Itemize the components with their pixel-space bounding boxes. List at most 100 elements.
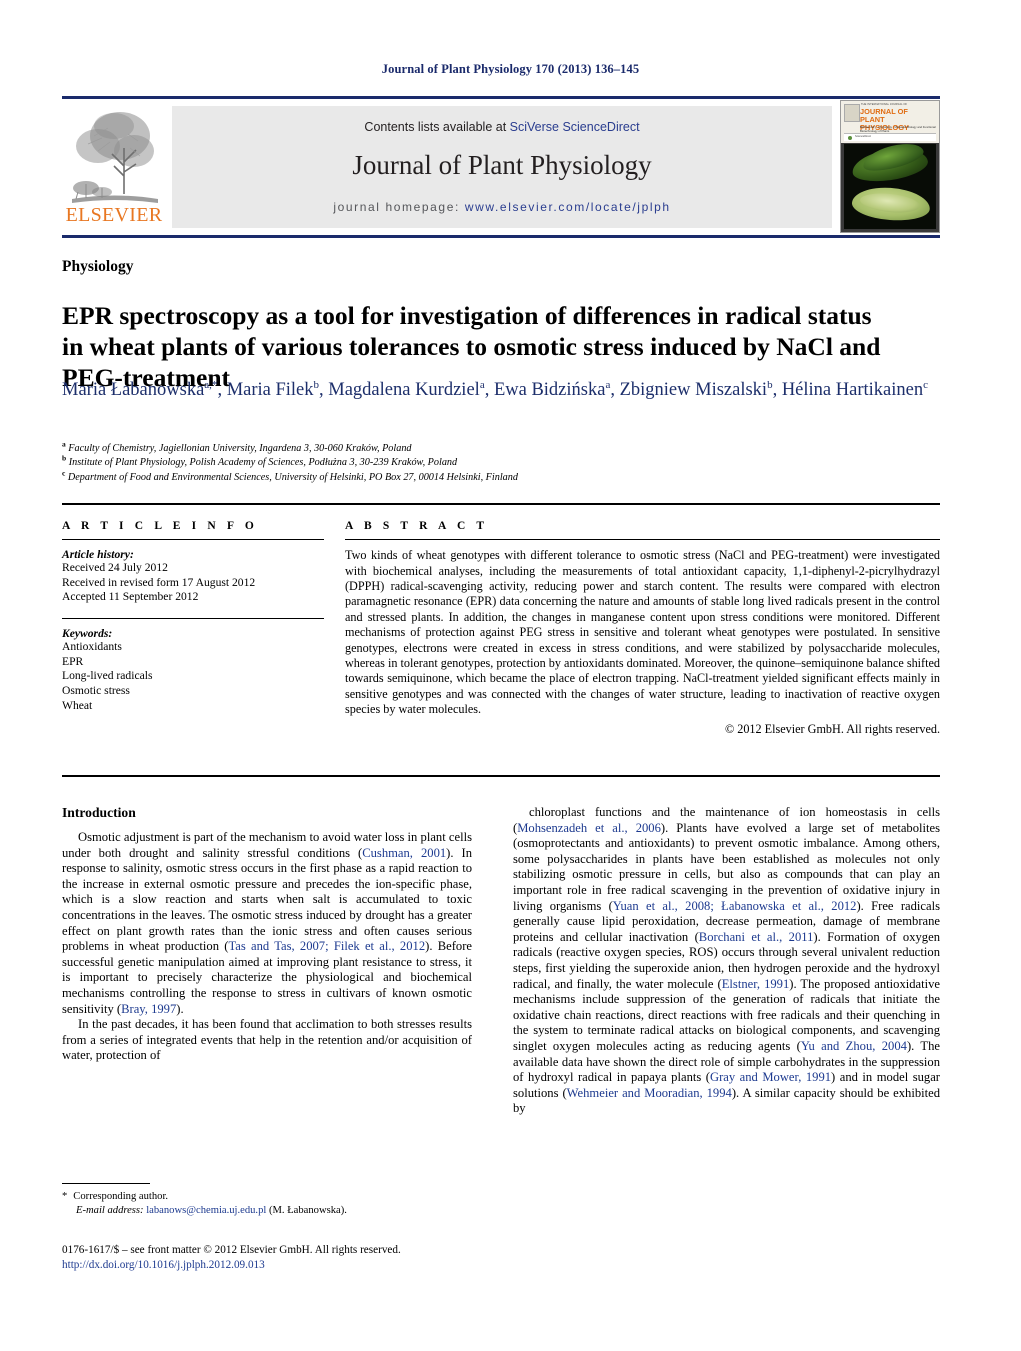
- abstract-copyright: © 2012 Elsevier GmbH. All rights reserve…: [724, 721, 940, 736]
- contents-list-line: Contents lists available at SciVerse Sci…: [172, 120, 832, 134]
- info-block-bottom-rule: [62, 775, 940, 777]
- elsevier-logo: ELSEVIER: [64, 104, 164, 232]
- section-label: Physiology: [62, 258, 134, 275]
- body-column-left: Introduction Osmotic adjustment is part …: [62, 805, 472, 1064]
- cover-bar-text: ScienceDirect: [855, 135, 872, 138]
- abstract-header-rule: [345, 539, 940, 541]
- citation-link[interactable]: Cushman, 2001: [362, 846, 446, 860]
- cover-tiny-top: THE INTERNATIONAL JOURNAL OF: [861, 103, 908, 106]
- footnote-rule: [62, 1183, 150, 1185]
- author-affiliation-mark: a,*: [204, 378, 218, 391]
- corresponding-author-line: * Corresponding author.: [62, 1190, 472, 1204]
- email-owner: (M. Łabanowska).: [268, 1205, 347, 1216]
- article-info-header: A R T I C L E I N F O: [62, 520, 258, 532]
- paragraph-text: ). In response to salinity, osmotic stre…: [62, 845, 473, 954]
- citation-link[interactable]: Elstner, 1991: [722, 977, 790, 991]
- keywords-label: Keywords:: [62, 627, 113, 641]
- cover-subtitle: Biochemistry · Physiology · Molecular Bi…: [860, 125, 936, 133]
- keyword-item: Long-lived radicals: [62, 669, 153, 683]
- body-paragraph: chloroplast functions and the maintenanc…: [513, 805, 940, 1117]
- running-head: Journal of Plant Physiology 170 (2013) 1…: [381, 62, 640, 76]
- abstract-text: Two kinds of wheat genotypes with differ…: [345, 548, 940, 717]
- citation-link[interactable]: Mohsenzadeh et al., 2006: [517, 821, 661, 835]
- affiliation-list: a Faculty of Chemistry, Jagiellonian Uni…: [62, 440, 932, 485]
- article-history-item: Received 24 July 2012: [62, 561, 168, 575]
- author-affiliation-mark: a: [605, 378, 611, 391]
- introduction-heading: Introduction: [62, 805, 136, 820]
- homepage-url[interactable]: www.elsevier.com/locate/jplph: [465, 200, 671, 214]
- paragraph-text: In the past decades, it has been found t…: [62, 1017, 472, 1063]
- affiliation-text: Department of Food and Environmental Sci…: [65, 471, 518, 483]
- keyword-item: Antioxidants: [62, 640, 122, 654]
- author-name: Ewa Bidzińska: [493, 380, 606, 400]
- citation-link[interactable]: Bray, 1997: [121, 1002, 176, 1016]
- body-column-right: chloroplast functions and the maintenanc…: [513, 805, 940, 1117]
- info-block-top-rule: [62, 503, 940, 505]
- affiliation-line: a Faculty of Chemistry, Jagiellonian Uni…: [62, 440, 932, 456]
- article-history-item: Received in revised form 17 August 2012: [62, 575, 256, 589]
- cover-publisher-mark: [844, 104, 860, 122]
- journal-masthead: ELSEVIER Contents lists available at Sci…: [62, 96, 940, 238]
- affiliation-text: Institute of Plant Physiology, Polish Ac…: [66, 457, 458, 469]
- citation-link[interactable]: Yuan et al., 2008; Łabanowska et al., 20…: [613, 899, 857, 913]
- cover-bar: ScienceDirect: [844, 133, 936, 141]
- cover-photo: [844, 138, 936, 229]
- doi-link[interactable]: http://dx.doi.org/10.1016/j.jplph.2012.0…: [62, 1258, 562, 1273]
- issn-block: 0176-1617/$ – see front matter © 2012 El…: [62, 1243, 562, 1273]
- sciencedirect-link[interactable]: SciVerse ScienceDirect: [510, 120, 640, 134]
- corresponding-star: *: [62, 1191, 68, 1202]
- author-name: Maria Filek: [226, 380, 314, 400]
- elsevier-wordmark: ELSEVIER: [65, 204, 163, 226]
- article-history-label: Article history:: [62, 548, 134, 562]
- body-paragraph: Osmotic adjustment is part of the mechan…: [62, 830, 472, 1017]
- author-affiliation-mark: c: [923, 378, 928, 391]
- article-info-header-rule: [62, 539, 324, 541]
- article-history-item: Accepted 11 September 2012: [62, 590, 199, 604]
- cover-bar-dot-icon: [848, 135, 852, 140]
- author-affiliation-mark: a: [479, 378, 485, 391]
- cover-header: THE INTERNATIONAL JOURNAL OF JOURNAL OF …: [841, 101, 939, 143]
- article-history-lines: Received 24 July 2012 Received in revised…: [62, 561, 324, 605]
- citation-link[interactable]: Yu and Zhou, 2004: [801, 1039, 907, 1053]
- journal-cover-thumbnail: THE INTERNATIONAL JOURNAL OF JOURNAL OF …: [840, 100, 940, 233]
- homepage-label: journal homepage:: [333, 200, 460, 214]
- author-list: Maria Łabanowskaa,*, Maria Filekb, Magda…: [62, 378, 928, 400]
- author-affiliation-mark: b: [313, 378, 320, 391]
- keyword-item: Osmotic stress: [62, 683, 130, 697]
- masthead-bottom-rule: [62, 235, 940, 238]
- citation-link[interactable]: Wehmeier and Mooradian, 1994: [567, 1086, 732, 1100]
- citation-link[interactable]: Borchani et al., 2011: [699, 930, 814, 944]
- elsevier-tree-icon: [72, 112, 158, 203]
- article-info-divider: [62, 617, 324, 620]
- paragraph-text: ).: [176, 1001, 184, 1016]
- email-line: E-mail address: labanows@chemia.uj.edu.p…: [62, 1204, 472, 1218]
- issn-line: 0176-1617/$ – see front matter © 2012 El…: [62, 1244, 401, 1256]
- footnote-block: * Corresponding author. E-mail address: l…: [62, 1190, 472, 1218]
- citation-link[interactable]: Gray and Mower, 1991: [710, 1070, 831, 1084]
- affiliation-line: b Institute of Plant Physiology, Polish …: [62, 455, 932, 470]
- masthead-banner: Contents lists available at SciVerse Sci…: [172, 106, 832, 228]
- keyword-list: Antioxidants EPR Long-lived radicals Osmoti…: [62, 640, 324, 713]
- corresponding-author-label: Corresponding author.: [73, 1191, 169, 1202]
- author-name: Maria Łabanowska: [62, 380, 205, 400]
- author-affiliation-mark: b: [767, 378, 773, 391]
- author-name: Magdalena Kurdziel: [328, 380, 480, 400]
- article-page: Journal of Plant Physiology 170 (2013) 1…: [0, 0, 1021, 1351]
- journal-title: Journal of Plant Physiology: [352, 150, 652, 180]
- contents-prefix: Contents lists available at: [364, 120, 510, 134]
- keyword-item: EPR: [62, 654, 84, 668]
- article-info-column: A R T I C L E I N F O Article history: R…: [62, 520, 324, 713]
- abstract-header: A B S T R A C T: [345, 520, 489, 532]
- keyword-item: Wheat: [62, 698, 93, 712]
- body-right-paragraphs: chloroplast functions and the maintenanc…: [513, 805, 940, 1117]
- email-label: E-mail address:: [76, 1205, 144, 1216]
- email-link[interactable]: labanows@chemia.uj.edu.pl: [146, 1205, 266, 1216]
- citation-link[interactable]: Tas and Tas, 2007; Filek et al., 2012: [228, 939, 425, 953]
- affiliation-text: Faculty of Chemistry, Jagiellonian Unive…: [65, 443, 412, 454]
- author-name: Zbigniew Miszalski: [619, 380, 768, 400]
- body-left-paragraphs: Osmotic adjustment is part of the mechan…: [62, 830, 472, 1064]
- author-name: Hélina Hartikainen: [781, 380, 924, 400]
- affiliation-line: c Department of Food and Environmental S…: [62, 469, 932, 485]
- masthead-top-rule: [62, 96, 940, 99]
- abstract-column: A B S T R A C T Two kinds of wheat genot…: [345, 520, 940, 737]
